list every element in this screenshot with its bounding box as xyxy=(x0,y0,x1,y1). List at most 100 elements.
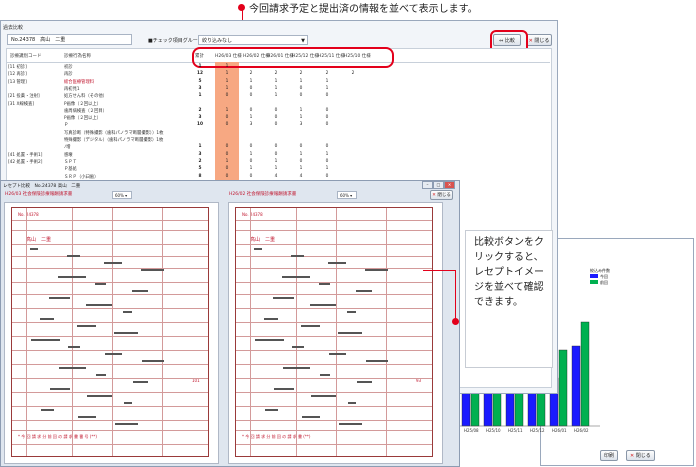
receipt-rule xyxy=(12,420,208,421)
receipt-rule xyxy=(236,256,432,257)
row-value: 0 xyxy=(249,173,253,179)
receipt-entry-mark xyxy=(133,381,148,383)
row-code: [31 X線検査] xyxy=(8,101,35,107)
row-name: 総合医療管理料 xyxy=(64,79,95,85)
row-value: 1 xyxy=(274,166,278,172)
row-value: 1 xyxy=(325,85,329,91)
receipt-entry-mark xyxy=(311,395,336,397)
row-name: 処方せん料（その他） xyxy=(64,94,107,100)
receipt-entry-mark xyxy=(124,402,132,404)
row-value: 0 xyxy=(225,115,229,121)
row-value: 0 xyxy=(274,107,278,113)
print-button[interactable]: 印刷 xyxy=(600,450,619,461)
receipt-entry-mark xyxy=(292,346,304,348)
row-value: 1 xyxy=(325,166,329,172)
receipt-entry-mark xyxy=(115,423,138,425)
row-value: 0 xyxy=(225,93,229,99)
row-value: 0 xyxy=(299,158,303,164)
window-close-button[interactable]: ✕ xyxy=(444,181,455,189)
receipt-column-rule xyxy=(72,208,73,456)
row-value: 1 xyxy=(249,166,253,172)
row-name: 再診 xyxy=(64,72,73,78)
row-value: 1 xyxy=(249,115,253,121)
row-name: 歯周病検査（２回目） xyxy=(64,108,107,114)
row-name: P画像（２回以上） xyxy=(64,116,101,122)
receipt-entry-mark xyxy=(265,409,278,411)
row-value: 0 xyxy=(225,173,229,179)
receipt-entry-mark xyxy=(291,255,304,257)
row-name: 感壊 xyxy=(64,152,73,158)
row-value: 1 xyxy=(299,78,303,84)
row-value: 0 xyxy=(225,122,229,128)
group-select[interactable]: 絞り込みなし ▼ xyxy=(198,35,308,45)
receipt-entry-mark xyxy=(338,332,362,334)
receipt-rule xyxy=(236,406,432,407)
minimize-button[interactable]: – xyxy=(422,181,433,189)
row-code: [11 初診] xyxy=(8,65,27,70)
x-tick-label: H26/01 xyxy=(552,428,567,433)
receipt-entry-mark xyxy=(78,416,96,418)
row-value: 3 xyxy=(198,151,202,157)
receipt-rule xyxy=(236,294,432,295)
chart-close-button[interactable]: ✕ 閉じる xyxy=(626,450,655,461)
receipt-entry-mark xyxy=(273,297,294,299)
receipt-rule xyxy=(236,350,432,351)
row-value: 1 xyxy=(274,78,278,84)
receipt-entry-mark xyxy=(40,318,54,320)
receipt-entry-mark xyxy=(301,325,320,327)
maximize-button[interactable]: □ xyxy=(433,181,444,189)
receipt-rule xyxy=(12,430,208,431)
row-value: 0 xyxy=(249,93,253,99)
receipt-entry-mark xyxy=(104,262,122,264)
patient-field: No.24378 高山 二重 xyxy=(7,34,132,45)
row-value: 0 xyxy=(274,144,278,150)
receipt-entry-mark xyxy=(58,276,86,278)
chevron-down-icon: ▼ xyxy=(301,38,305,44)
receipt-rule xyxy=(236,336,432,337)
receipt-entry-mark xyxy=(31,339,60,341)
receipt-entry-mark xyxy=(142,360,164,362)
callout-dot xyxy=(452,318,459,325)
row-value: 0 xyxy=(325,93,329,99)
top-annotation-text: 今回請求予定と提出済の情報を並べて表示します。 xyxy=(249,4,478,15)
receipt-window-title: レセプト比較 No.24378 高山 二重 xyxy=(3,184,81,189)
receipt-entry-mark xyxy=(50,388,70,390)
row-code: [42 処置・手術2] xyxy=(8,159,43,165)
receipt-entry-mark xyxy=(68,346,80,348)
row-value: 4 xyxy=(299,173,303,179)
receipt-rule xyxy=(236,244,432,245)
row-value: 1 xyxy=(274,158,278,164)
receipt-entry-mark xyxy=(255,339,284,341)
receipt-rule xyxy=(236,322,432,323)
row-value: 1 xyxy=(225,158,229,164)
receipt-entry-mark xyxy=(329,353,346,355)
receipt-entry-mark xyxy=(357,381,372,383)
window-title: 過去比較 xyxy=(3,25,24,31)
row-value: 1 xyxy=(249,151,253,157)
row-value: 0 xyxy=(225,151,229,157)
row-value: 0 xyxy=(325,115,329,121)
receipt-entry-mark xyxy=(348,402,356,404)
receipt-rule xyxy=(12,282,208,283)
receipt-entry-mark xyxy=(95,283,106,285)
row-value: 0 xyxy=(325,158,329,164)
receipt-close-button[interactable]: ✕ 閉じる xyxy=(430,190,453,200)
receipt-rule xyxy=(236,220,432,221)
receipt-entry-mark xyxy=(319,283,330,285)
receipt-entry-mark xyxy=(347,311,356,313)
close-button[interactable]: ✕ 閉じる xyxy=(526,34,552,46)
left-zoom-select[interactable]: 60% ▾ xyxy=(112,191,132,199)
row-value: 3 xyxy=(299,122,303,128)
row-value: 0 xyxy=(325,173,329,179)
receipt-column-rule xyxy=(112,208,113,456)
receipt-entry-mark xyxy=(105,353,122,355)
row-code: [13 管理] xyxy=(8,79,27,85)
receipt-entry-mark xyxy=(282,276,310,278)
receipt-column-rule xyxy=(336,208,337,456)
receipt-rule xyxy=(236,444,432,445)
row-value: 1 xyxy=(225,85,229,91)
row-value: 2 xyxy=(249,71,253,77)
row-code: [21 投薬・注射] xyxy=(8,94,40,100)
right-zoom-select[interactable]: 60% ▾ xyxy=(337,191,357,199)
receipt-rule xyxy=(12,378,208,379)
